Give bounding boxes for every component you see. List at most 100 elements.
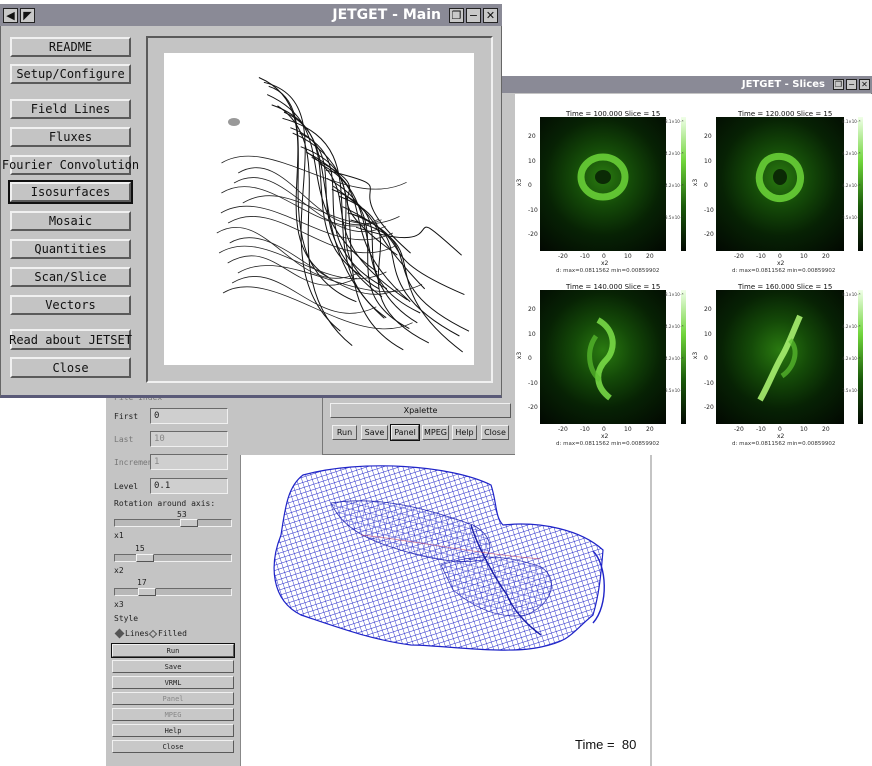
source-sphere (228, 118, 240, 126)
iso-close-button[interactable]: Close (112, 740, 234, 753)
rotation-label: Rotation around axis: (114, 499, 216, 508)
x2-slider[interactable] (114, 554, 232, 562)
x2-slider-thumb[interactable] (135, 554, 154, 562)
y-tick-label: 10 (528, 157, 536, 165)
iso-help-button[interactable]: Help (112, 724, 234, 737)
isosurfaces-button[interactable]: Isosurfaces (8, 180, 133, 204)
colorbar-tick-label: 8.1×10⁻⁵ (665, 292, 684, 297)
x-tick-label: 10 (624, 253, 632, 260)
x1-slider-thumb[interactable] (179, 519, 198, 527)
colorbar-tick-label: 4.2×10⁻⁵ (665, 324, 684, 329)
x-tick-label: 10 (624, 426, 632, 433)
x-tick-label: -20 (734, 253, 744, 260)
x-tick-label: -20 (734, 426, 744, 433)
field-lines-button[interactable]: Field Lines (10, 99, 131, 119)
minimize-icon[interactable]: − (466, 7, 481, 23)
slices-close-button[interactable]: Close (481, 425, 509, 440)
vortex-ring (587, 317, 616, 401)
x2-value: 15 (135, 544, 145, 553)
x-tick-label: -10 (580, 253, 590, 260)
colorbar-tick-label: 4.2×10⁻⁵ (665, 356, 684, 361)
scan-slice-button[interactable]: Scan/Slice (10, 267, 131, 287)
y-tick-label: -10 (528, 379, 538, 387)
style-lines-radio[interactable]: Lines (114, 628, 149, 639)
level-input[interactable]: 0.1 (150, 478, 228, 494)
y-tick-label: 20 (528, 133, 536, 140)
arrow-left-icon[interactable]: ◀ (3, 7, 18, 23)
colorbar-tick-label: 3.5×10⁻⁵ (842, 388, 861, 393)
setup-configure-button[interactable]: Setup/Configure (10, 64, 131, 84)
close-icon[interactable]: ✕ (483, 7, 498, 23)
x3-slider-thumb[interactable] (138, 588, 157, 596)
increment-input[interactable]: 1 (150, 454, 228, 470)
arrow-resize-icon[interactable]: ◤ (20, 7, 35, 23)
first-input[interactable]: 0 (150, 408, 228, 424)
vortex-ring (757, 314, 803, 402)
x-tick-label: 0 (602, 253, 606, 260)
x-tick-label: 20 (822, 426, 830, 433)
field-lines-plot (216, 77, 470, 353)
field-lines-canvas[interactable] (164, 53, 474, 365)
x2-label: x2 (114, 566, 124, 575)
y-tick-label: -20 (528, 231, 538, 238)
slices-panel-button[interactable]: Panel (390, 424, 420, 441)
y-tick-label: -20 (528, 404, 538, 411)
field-line (222, 286, 413, 330)
colorbar-tick-label: 4.2×10⁻⁵ (665, 183, 684, 188)
field-line (342, 206, 465, 296)
x-axis-label: x2 (601, 433, 609, 440)
x-tick-label: 0 (778, 253, 782, 260)
xpalette-button[interactable]: Xpalette (330, 403, 511, 418)
y-axis-label: x3 (692, 178, 700, 187)
x-tick-label: 20 (646, 426, 654, 433)
style-filled-label: Filled (158, 629, 187, 638)
y-tick-label: 10 (704, 330, 712, 338)
first-label: First (114, 412, 139, 421)
x-tick-label: 20 (822, 253, 830, 260)
readme-button[interactable]: README (10, 37, 131, 57)
y-tick-label: -10 (704, 206, 714, 214)
slices-help-button[interactable]: Help (452, 425, 477, 440)
iso-run-button[interactable]: Run (111, 643, 235, 658)
restore-icon[interactable]: ❐ (449, 7, 464, 23)
restore-icon[interactable]: ❐ (833, 79, 844, 90)
slice-image (540, 117, 666, 251)
minimize-icon[interactable]: − (846, 79, 857, 90)
y-tick-label: 20 (528, 306, 536, 313)
vectors-button[interactable]: Vectors (10, 295, 131, 315)
y-tick-label: -10 (528, 206, 538, 214)
close-icon[interactable]: ✕ (859, 79, 870, 90)
x3-slider[interactable] (114, 588, 232, 596)
x-axis-label: x2 (777, 260, 785, 267)
y-axis-label: x3 (692, 351, 700, 360)
iso-mpeg-button[interactable]: MPEG (112, 708, 234, 721)
style-filled-radio[interactable]: Filled (148, 629, 187, 638)
slices-mpeg-button[interactable]: MPEG (422, 425, 449, 440)
x-axis-label: x2 (601, 260, 609, 267)
quantities-button[interactable]: Quantities (10, 239, 131, 259)
slices-save-button[interactable]: Save (361, 425, 388, 440)
fluxes-button[interactable]: Fluxes (10, 127, 131, 147)
x1-slider[interactable] (114, 519, 232, 527)
last-input[interactable]: 10 (150, 431, 228, 447)
iso-panel-button[interactable]: Panel (112, 692, 234, 705)
colorbar-tick-label: 4.2×10⁻⁵ (842, 151, 861, 156)
main-close-button[interactable]: Close (10, 357, 131, 378)
y-tick-label: 20 (704, 306, 712, 313)
main-titlebar[interactable]: ◀ ◤ JETGET - Main ❐ − ✕ (0, 4, 502, 26)
slices-run-button[interactable]: Run (332, 425, 357, 440)
iso-vrml-button[interactable]: VRML (112, 676, 234, 689)
slice-image (716, 290, 844, 424)
iso-save-button[interactable]: Save (112, 660, 234, 673)
x-tick-label: -20 (558, 253, 568, 260)
colorbar-tick-label: 8.1×10⁻⁵ (842, 292, 861, 297)
isosurface-canvas[interactable]: Time = 80 (240, 455, 650, 766)
mosaic-button[interactable]: Mosaic (10, 211, 131, 231)
colorbar-tick-label: 4.2×10⁻⁵ (842, 183, 861, 188)
slice-image (540, 290, 666, 424)
x-tick-label: 0 (778, 426, 782, 433)
read-about-jetset-button[interactable]: Read about JETSET (9, 329, 132, 350)
field-line (258, 77, 329, 278)
fourier-convolution-button[interactable]: Fourier Convolution (2, 155, 139, 175)
field-line (266, 94, 378, 273)
